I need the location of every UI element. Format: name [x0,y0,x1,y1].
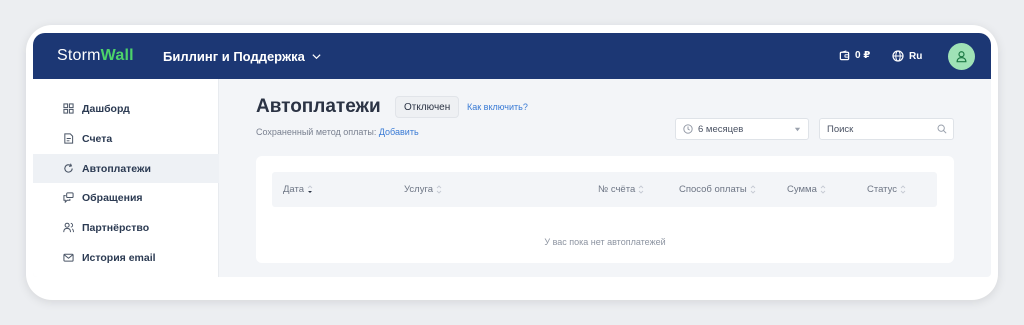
column-label: № счёта [598,184,636,195]
add-payment-method-link[interactable]: Добавить [379,127,419,137]
user-avatar[interactable] [948,43,975,70]
column-label: Услуга [404,184,433,195]
partners-icon [63,222,74,233]
sort-icon [820,185,826,194]
sort-icon [750,185,756,194]
sidebar: Дашборд Счета Автоплатежи Обращения Парт… [33,79,219,277]
wallet-icon [839,50,850,61]
mail-icon [63,253,74,262]
how-to-enable-link[interactable]: Как включить? [467,102,528,112]
search-icon [937,124,947,134]
column-label: Способ оплаты [679,184,747,195]
column-header-payment-method[interactable]: Способ оплаты [679,184,756,195]
column-label: Сумма [787,184,817,195]
logo-text-wall: Wall [100,47,134,64]
app-window: StormWall Биллинг и Поддержка 0 ₽ Ru Даш… [33,33,991,277]
search-input[interactable] [819,118,954,140]
refresh-icon [64,163,73,173]
main-content: Автоплатежи Отключен Как включить? Сохра… [219,79,991,277]
section-label: Биллинг и Поддержка [163,49,305,64]
sidebar-item-label: Дашборд [82,102,130,115]
sidebar-item-autopayments[interactable]: Автоплатежи [33,154,219,183]
autopayments-table: Дата Услуга № счёта Способ оплаты Сумма [256,156,954,263]
table-header: Дата Услуга № счёта Способ оплаты Сумма [272,172,937,207]
period-value: 6 месяцев [698,123,744,135]
saved-method-label: Сохраненный метод оплаты: [256,127,377,137]
sidebar-item-label: Партнёрство [82,221,150,234]
column-header-invoice-number[interactable]: № счёта [598,184,644,195]
column-header-date[interactable]: Дата [283,184,313,195]
column-header-service[interactable]: Услуга [404,184,442,195]
sidebar-item-tickets[interactable]: Обращения [33,183,219,212]
balance-button[interactable]: 0 ₽ [839,50,870,61]
sort-icon [900,185,906,194]
column-label: Дата [283,184,305,195]
user-icon [956,51,967,63]
sidebar-item-email-history[interactable]: История email [33,243,219,272]
sort-desc-icon [307,185,313,193]
sidebar-item-label: История email [82,251,156,264]
logo-text-storm: Storm [57,47,101,64]
column-header-amount[interactable]: Сумма [787,184,826,195]
sidebar-item-label: Автоплатежи [82,162,151,175]
sidebar-item-label: Счета [82,132,113,145]
language-label: Ru [909,50,923,62]
logo[interactable]: StormWall [57,47,134,65]
top-bar: StormWall Биллинг и Поддержка 0 ₽ Ru [33,33,991,79]
column-header-status[interactable]: Статус [867,184,906,195]
invoice-icon [64,133,74,144]
period-select[interactable]: 6 месяцев [675,118,809,140]
sidebar-item-label: Обращения [82,191,143,204]
globe-icon [892,50,904,62]
sort-icon [638,185,644,194]
saved-payment-method: Сохраненный метод оплаты: Добавить [256,127,419,137]
sort-icon [436,185,442,194]
language-selector[interactable]: Ru [892,50,922,62]
sidebar-item-dashboard[interactable]: Дашборд [33,94,219,123]
clock-icon [683,124,693,134]
sidebar-item-partnership[interactable]: Партнёрство [33,213,219,242]
balance-value: 0 ₽ [855,50,871,61]
chat-icon [63,192,74,203]
column-label: Статус [867,184,898,195]
caret-down-icon [794,127,801,132]
chevron-down-icon [312,54,321,60]
section-selector[interactable]: Биллинг и Поддержка [163,49,322,64]
page-title: Автоплатежи [256,96,381,117]
sidebar-item-invoices[interactable]: Счета [33,124,219,153]
dashboard-icon [63,103,74,114]
status-badge: Отключен [395,96,460,118]
empty-state-message: У вас пока нет автоплатежей [544,237,666,247]
